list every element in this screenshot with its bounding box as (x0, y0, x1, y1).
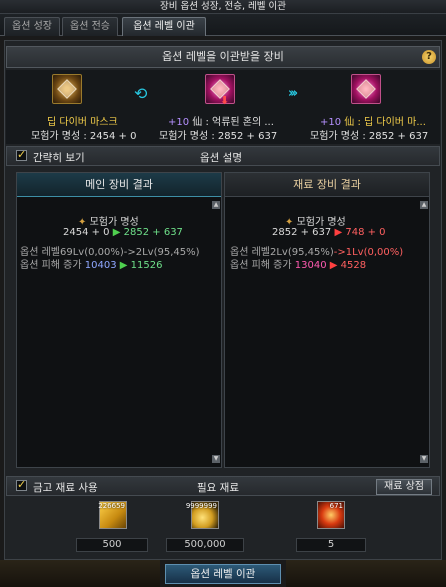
tab-option-inherit[interactable]: 옵션 전승 (62, 17, 118, 36)
help-icon[interactable]: ? (422, 50, 436, 64)
arrow-right-icon: ▶ (112, 227, 121, 238)
result-item-slot[interactable] (351, 74, 381, 104)
section-header: 옵션 레벨을 이관받을 장비 ? (6, 46, 440, 68)
main-result-header: 메인 장비 결과 (17, 173, 221, 197)
brief-view-checkbox[interactable] (16, 148, 27, 161)
main-result-scrollbar[interactable]: ▲ ▼ (212, 201, 220, 463)
gem-icon (356, 79, 376, 99)
chevron-right-icon: ››› (288, 86, 298, 101)
material-required-qty: 500 (76, 538, 148, 552)
section-header-title: 옵션 레벨을 이관받을 장비 (162, 50, 284, 63)
main-fame-row: ✦ 모험가 명성 (78, 217, 139, 228)
window-title: 장비 옵션 성장, 전승, 레벨 이관 (0, 0, 446, 14)
main-item-slot[interactable] (52, 74, 82, 104)
result-item-name: +10 仙 : 딥 다이버 마... (320, 117, 426, 128)
background-strip (286, 560, 446, 587)
material-required-qty: 500,000 (166, 538, 244, 552)
gold-crystal-icon[interactable]: 226659 (98, 501, 127, 529)
scroll-down-icon[interactable]: ▼ (212, 455, 220, 463)
material-fame-values: 2852 + 637 ▶ 748 + 0 (272, 227, 386, 238)
gold-coins-icon[interactable]: 9999999 (186, 501, 219, 529)
background-strip (0, 560, 160, 587)
tab-option-level-transfer[interactable]: 옵션 레벨 이관 (122, 17, 206, 36)
material-item-name: +10 仙 : 억류된 혼의 ... (168, 117, 274, 128)
material-shop-button[interactable]: 재료 상점 (376, 479, 432, 495)
brief-view-label: 간략히 보기 (33, 152, 85, 164)
material-result-scrollbar[interactable]: ▲ ▼ (420, 201, 428, 463)
tab-option-growth[interactable]: 옵션 성장 (4, 17, 60, 36)
material-item-stat: 모험가 명성 : 2852 + 637 (159, 131, 278, 142)
result-item-stat: 모험가 명성 : 2852 + 637 (310, 131, 429, 142)
option-level-transfer-button[interactable]: 옵션 레벨 이관 (165, 564, 281, 584)
arrow-right-icon: ▶ (329, 260, 338, 271)
main-item-stat: 모험가 명성 : 2454 + 0 (31, 131, 137, 142)
swap-icon[interactable]: ⟲ (134, 84, 147, 103)
material-result-header: 재료 장비 결과 (225, 173, 429, 197)
use-vault-materials-checkbox[interactable] (16, 478, 27, 491)
scroll-up-icon[interactable]: ▲ (212, 201, 220, 209)
arrow-right-icon: ▶ (119, 260, 128, 271)
tab-bar: 옵션 성장 옵션 전승 옵션 레벨 이관 (0, 14, 446, 36)
arrow-right-icon: ▶ (334, 227, 343, 238)
main-fame-values: 2454 + 0 ▶ 2852 + 637 (63, 227, 183, 238)
main-item-name: 딥 다이버 마스크 (47, 117, 118, 128)
scroll-up-icon[interactable]: ▲ (420, 201, 428, 209)
option-description-label: 옵션 설명 (200, 152, 242, 164)
material-required-qty: 5 (296, 538, 366, 552)
required-materials-label: 필요 재료 (197, 482, 239, 494)
mask-icon (57, 79, 77, 99)
material-fame-row: ✦ 모험가 명성 (285, 217, 346, 228)
main-damage-line: 옵션 피해 증가 10403 ▶ 11526 (20, 260, 163, 271)
fire-orb-icon[interactable]: 671 (317, 501, 345, 529)
use-vault-materials-label: 금고 재료 사용 (33, 482, 98, 494)
arrow-down-icon: ⬇ (220, 94, 230, 107)
material-damage-line: 옵션 피해 증가 13040 ▶ 4528 (230, 260, 367, 271)
scroll-down-icon[interactable]: ▼ (420, 455, 428, 463)
